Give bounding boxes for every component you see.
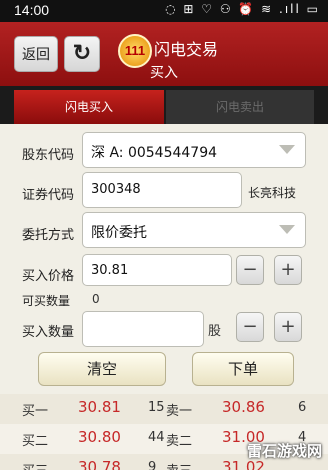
buy-price-label: 买入价格: [22, 269, 75, 284]
app-header: 返回 ↻ 111 闪电交易 买入: [0, 22, 328, 86]
qty-decrease-button[interactable]: −: [236, 312, 264, 342]
quote-row: 买一 30.81 15 卖一 30.86 6: [0, 394, 328, 424]
status-time: 14:00: [14, 2, 50, 18]
ask-volume: 6: [298, 400, 307, 415]
security-code-label: 证券代码: [22, 188, 75, 203]
status-bar: 14:00 ◌ ⊞ ♡ ⚇ ⏰ ≋ .ıll ▭: [0, 0, 328, 22]
entrust-type-label: 委托方式: [22, 228, 75, 243]
ask-label: 卖二: [166, 434, 193, 449]
qty-unit: 股: [208, 324, 222, 339]
price-decrease-button[interactable]: −: [236, 255, 264, 285]
bid-volume: 9: [148, 460, 157, 470]
watermark: 雷石游戏网: [246, 442, 322, 460]
clear-button[interactable]: 清空: [38, 352, 166, 386]
tab-flash-sell[interactable]: 闪电卖出: [166, 90, 314, 124]
shareholder-label: 股东代码: [22, 148, 75, 163]
available-qty-label: 可买数量: [22, 294, 71, 308]
app-title: 闪电交易: [154, 40, 219, 59]
shareholder-value: 深 A: 0054544794: [91, 145, 218, 161]
bid-volume: 44: [148, 430, 165, 445]
bid-volume: 15: [148, 400, 165, 415]
buy-price-value: 30.81: [91, 263, 129, 278]
buy-price-input[interactable]: 30.81: [82, 254, 232, 286]
bid-price[interactable]: 30.80: [78, 428, 121, 446]
submit-order-button[interactable]: 下单: [192, 352, 294, 386]
tab-flash-buy[interactable]: 闪电买入: [14, 90, 164, 124]
tab-bar: 闪电买入 闪电卖出: [0, 86, 328, 124]
status-icons: ◌ ⊞ ♡ ⚇ ⏰ ≋ .ıll ▭: [165, 2, 320, 16]
page-title: 买入: [150, 65, 178, 81]
security-name: 长亮科技: [248, 186, 297, 200]
bid-price[interactable]: 30.81: [78, 398, 121, 416]
ask-label: 卖一: [166, 404, 193, 419]
buy-qty-input[interactable]: [82, 311, 204, 347]
chevron-down-icon: [279, 145, 295, 154]
entrust-type-value: 限价委托: [91, 225, 147, 241]
bid-label: 买三: [22, 460, 48, 470]
bid-price[interactable]: 30.78: [78, 458, 121, 470]
bid-label: 买一: [22, 404, 49, 419]
security-code-input[interactable]: 300348: [82, 172, 242, 208]
available-qty-value: 0: [92, 292, 100, 306]
shareholder-select[interactable]: 深 A: 0054544794: [82, 132, 306, 168]
entrust-type-select[interactable]: 限价委托: [82, 212, 306, 248]
price-increase-button[interactable]: +: [274, 255, 302, 285]
security-code-value: 300348: [91, 182, 141, 197]
buy-qty-label: 买入数量: [22, 325, 75, 340]
ask-price[interactable]: 30.86: [222, 398, 265, 416]
bid-label: 买二: [22, 434, 49, 449]
qty-increase-button[interactable]: +: [274, 312, 302, 342]
chevron-down-icon: [279, 225, 295, 234]
ask-label: 卖三: [166, 460, 192, 470]
